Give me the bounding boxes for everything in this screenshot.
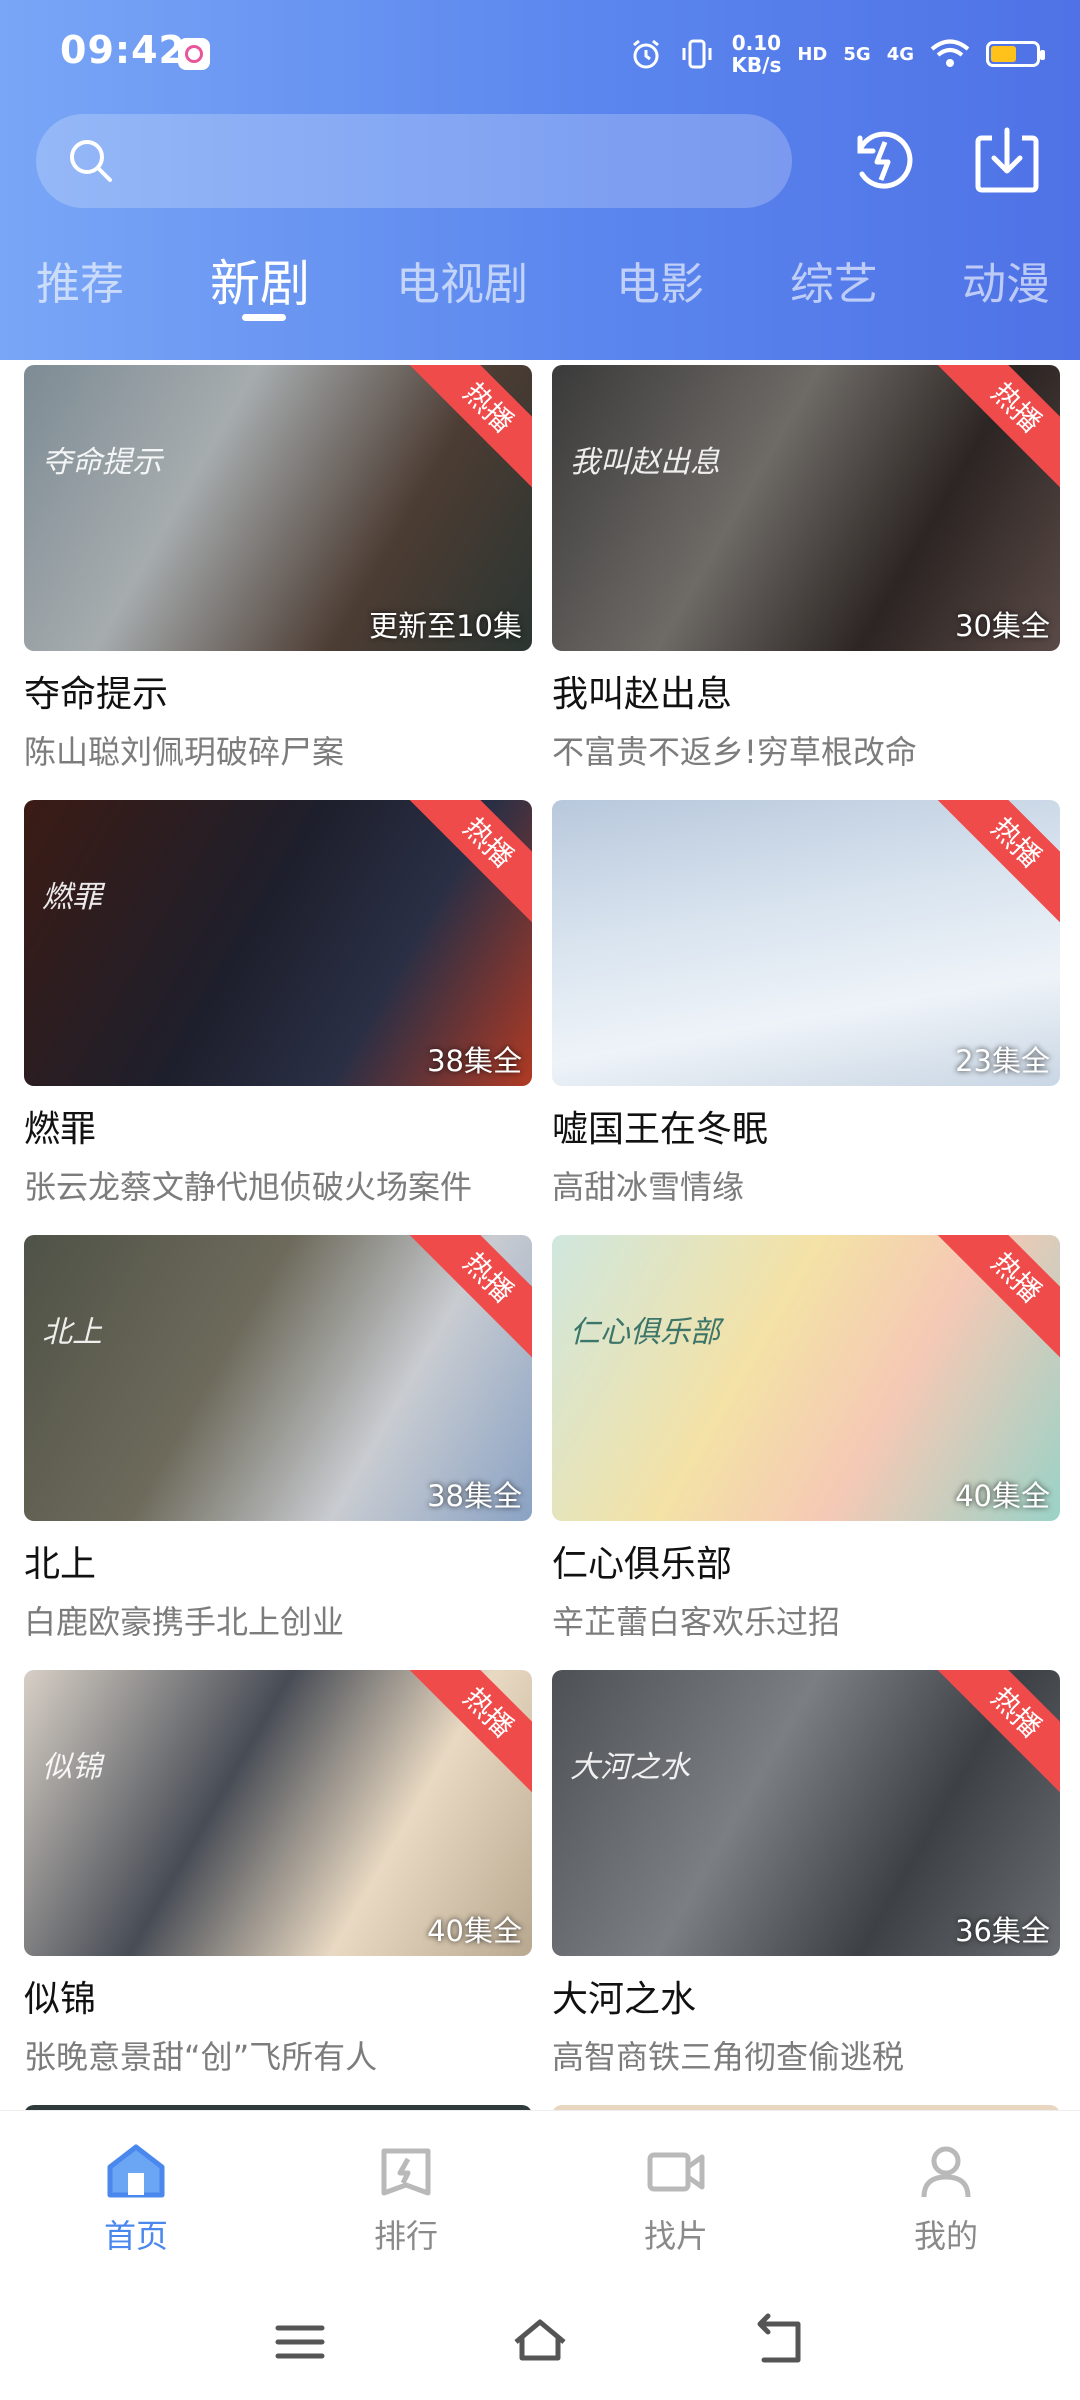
nav-home-label: 首页	[103, 2217, 168, 2255]
tab-recommend[interactable]: 推荐	[36, 248, 124, 312]
poster-title-text: 似锦	[42, 1750, 102, 1785]
history-icon[interactable]	[846, 124, 920, 198]
nav-profile-label: 我的	[913, 2217, 978, 2255]
search-icon	[70, 140, 112, 182]
drama-card[interactable]: 似锦 热播 40集全 似锦 张晚意景甜“创”飞所有人	[24, 1670, 532, 2078]
nav-profile[interactable]: 我的	[866, 2141, 1026, 2257]
poster-image: 仁心俱乐部 热播 40集全	[552, 1235, 1060, 1521]
drama-subtitle: 白鹿欧豪携手北上创业	[24, 1603, 345, 1641]
download-icon[interactable]	[970, 124, 1044, 198]
category-tabs: 推荐 新剧 电视剧 电影 综艺 动漫	[0, 236, 1080, 336]
signal-4g-icon: 4G	[886, 43, 914, 65]
drama-title: 北上	[24, 1544, 97, 1585]
episode-count: 38集全	[427, 1479, 522, 1513]
search-bar[interactable]	[36, 114, 792, 208]
episode-count: 更新至10集	[369, 609, 522, 643]
net-speed-value: 0.10	[731, 31, 782, 55]
tab-variety[interactable]: 综艺	[790, 248, 878, 312]
home-button-icon[interactable]	[510, 2312, 570, 2372]
menu-icon[interactable]	[270, 2312, 330, 2372]
nav-find-video-label: 找片	[643, 2217, 708, 2255]
poster-title-text: 北上	[42, 1315, 102, 1350]
active-tab-indicator	[242, 314, 286, 321]
nav-find-video[interactable]: 找片	[596, 2141, 756, 2257]
vibrate-icon	[682, 39, 712, 69]
poster-image: 燃罪 热播 38集全	[24, 800, 532, 1086]
signal-5g-icon: 5G	[843, 43, 871, 65]
network-speed: 0.10 KB/s	[731, 32, 781, 76]
net-speed-unit: KB/s	[731, 53, 782, 77]
drama-title: 大河之水	[552, 1979, 697, 2020]
user-icon	[921, 2146, 971, 2198]
drama-subtitle: 不富贵不返乡!穷草根改命	[552, 733, 917, 771]
drama-subtitle: 辛芷蕾白客欢乐过招	[552, 1603, 841, 1641]
poster-title-text: 燃罪	[42, 880, 102, 915]
poster-image: 大河之水 热播 36集全	[552, 1670, 1060, 1956]
drama-title: 似锦	[24, 1979, 97, 2020]
nav-ranking-label: 排行	[373, 2217, 438, 2255]
drama-title: 夺命提示	[24, 674, 169, 715]
poster-title-text: 仁心俱乐部	[570, 1315, 720, 1350]
drama-title: 燃罪	[24, 1109, 97, 1150]
poster-title-text: 夺命提示	[42, 445, 162, 480]
status-time: 09:42	[60, 28, 186, 72]
video-camera-icon	[647, 2152, 705, 2192]
system-navigation-bar	[0, 2290, 1080, 2400]
app-notification-icon	[178, 38, 210, 70]
tab-anime[interactable]: 动漫	[962, 248, 1050, 312]
episode-count: 30集全	[955, 609, 1050, 643]
episode-count: 40集全	[955, 1479, 1050, 1513]
drama-subtitle: 高智商铁三角彻查偷逃税	[552, 2038, 905, 2076]
drama-subtitle: 张晚意景甜“创”飞所有人	[24, 2038, 378, 2076]
alarm-icon	[633, 39, 660, 69]
drama-card[interactable]: 夺命提示 热播 更新至10集 夺命提示 陈山聪刘佩玥破碎尸案	[24, 365, 532, 773]
ranking-icon	[381, 2148, 431, 2196]
episode-count: 40集全	[427, 1914, 522, 1948]
poster-image: 热播 23集全	[552, 800, 1060, 1086]
poster-title-text: 我叫赵出息	[570, 445, 720, 480]
poster-image: 似锦 热播 40集全	[24, 1670, 532, 1956]
back-icon[interactable]	[750, 2312, 810, 2372]
status-icons: 0.10 KB/s HD 5G 4G	[629, 26, 1045, 82]
drama-title: 我叫赵出息	[552, 674, 733, 715]
episode-count: 23集全	[955, 1044, 1050, 1078]
poster-title-text: 大河之水	[570, 1750, 690, 1785]
drama-card[interactable]: 热播 23集全 嘘国王在冬眠 高甜冰雪情缘	[552, 800, 1060, 1208]
top-header: 09:42 0.10 KB/s HD 5G 4G 推荐 新剧 电视剧 电影 综艺…	[0, 0, 1080, 360]
drama-title: 嘘国王在冬眠	[552, 1109, 769, 1150]
episode-count: 38集全	[427, 1044, 522, 1078]
drama-subtitle: 高甜冰雪情缘	[552, 1168, 745, 1206]
hd-icon: HD	[797, 43, 828, 65]
drama-card[interactable]: 仁心俱乐部 热播 40集全 仁心俱乐部 辛芷蕾白客欢乐过招	[552, 1235, 1060, 1643]
status-bar: 09:42 0.10 KB/s HD 5G 4G	[0, 0, 1080, 100]
drama-subtitle: 张云龙蔡文静代旭侦破火场案件	[24, 1168, 473, 1206]
battery-icon	[986, 41, 1045, 67]
episode-count: 36集全	[955, 1914, 1050, 1948]
drama-card[interactable]: 大河之水 热播 36集全 大河之水 高智商铁三角彻查偷逃税	[552, 1670, 1060, 2078]
drama-grid: 夺命提示 热播 更新至10集 夺命提示 陈山聪刘佩玥破碎尸案 我叫赵出息 热播 …	[0, 360, 1080, 2110]
drama-card[interactable]: 燃罪 热播 38集全 燃罪 张云龙蔡文静代旭侦破火场案件	[24, 800, 532, 1208]
poster-image: 夺命提示 热播 更新至10集	[24, 365, 532, 651]
drama-card[interactable]: 北上 热播 38集全 北上 白鹿欧豪携手北上创业	[24, 1235, 532, 1643]
poster-image: 北上 热播 38集全	[24, 1235, 532, 1521]
tab-movies[interactable]: 电影	[616, 248, 704, 312]
bottom-navigation: 首页 排行 找片 我的	[0, 2110, 1080, 2291]
nav-home[interactable]: 首页	[56, 2141, 216, 2257]
poster-image: 我叫赵出息 热播 30集全	[552, 365, 1060, 651]
search-input[interactable]	[136, 134, 760, 190]
drama-card[interactable]: 我叫赵出息 热播 30集全 我叫赵出息 不富贵不返乡!穷草根改命	[552, 365, 1060, 773]
wifi-icon	[930, 39, 970, 67]
home-icon	[107, 2144, 165, 2198]
drama-subtitle: 陈山聪刘佩玥破碎尸案	[24, 733, 345, 771]
tab-tv-series[interactable]: 电视剧	[396, 248, 528, 312]
tab-new-drama[interactable]: 新剧	[210, 244, 310, 316]
drama-title: 仁心俱乐部	[552, 1544, 733, 1585]
nav-ranking[interactable]: 排行	[326, 2141, 486, 2257]
